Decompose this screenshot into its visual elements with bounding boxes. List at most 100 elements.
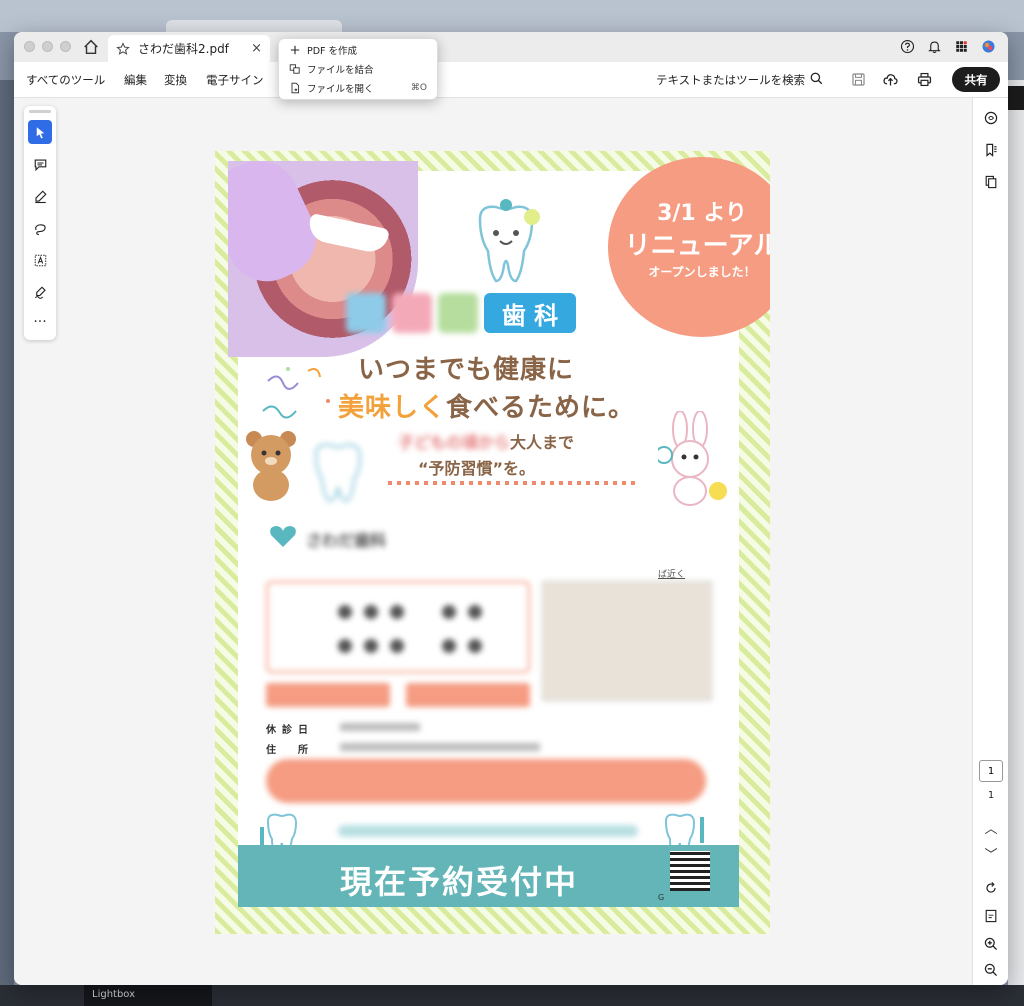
holiday-label: 休診日 (266, 725, 314, 736)
create-pdf-label: PDF を作成 (307, 46, 358, 57)
address-label: 住所 (266, 745, 330, 756)
schedule-note-strip-2 (406, 683, 530, 707)
toolbar-grip[interactable] (29, 110, 51, 113)
office-hours-table (266, 581, 530, 673)
file-dropdown-menu: PDF を作成 ファイルを結合 ファイルを開く ⌘O (278, 38, 438, 100)
more-tools-icon[interactable]: ··· (28, 310, 52, 334)
create-pdf-menu-item[interactable]: PDF を作成 (279, 41, 439, 59)
background-lightbox-label: Lightbox (84, 985, 212, 1006)
badge-date-text: 3/1 より (657, 201, 747, 226)
signature-pen-icon (34, 285, 46, 299)
menu-bar: すべてのツール 編集 変換 電子サイン テキストまたはツールを検索 共有 (14, 62, 1008, 98)
acrobat-window: さわだ歯科2.pdf × すべてのツール 編集 変換 電子サイン テキストまたは… (14, 32, 1008, 985)
open-file-shortcut: ⌘O (410, 83, 427, 93)
clinic-name-block-3 (438, 293, 478, 333)
text-box-icon (34, 254, 46, 266)
save-icon[interactable] (850, 71, 867, 88)
comment-tool-button[interactable] (28, 152, 52, 176)
print-icon[interactable] (916, 71, 933, 88)
menu-all-tools[interactable]: すべてのツール (26, 72, 105, 88)
close-window-button[interactable] (24, 41, 35, 52)
next-page-chevron-down-icon[interactable]: ﹀ (973, 844, 1008, 863)
map-link-text: ば近く (658, 570, 686, 580)
tool-search-label[interactable]: テキストまたはツールを検索 (656, 72, 805, 88)
bear-mascot-icon (246, 431, 296, 501)
previous-page-chevron-up-icon[interactable]: ︿ (973, 818, 1008, 837)
search-icon[interactable] (809, 71, 824, 86)
document-tab-title: さわだ歯科2.pdf (138, 42, 229, 56)
subheadline-blurred: 子どもの頃から (398, 433, 511, 452)
dotted-divider (388, 481, 638, 485)
badge-renewal-text: リニューアル (624, 231, 770, 261)
tooth-mascot-icon (478, 199, 540, 283)
schedule-row-morning (338, 605, 482, 619)
menu-e-sign[interactable]: 電子サイン (206, 72, 264, 88)
sign-tool-button[interactable] (28, 280, 52, 304)
cursor-arrow-icon (36, 126, 44, 138)
qr-label: G (658, 893, 665, 902)
right-side-panel: 1 1 ︿ ﹀ (972, 98, 1008, 985)
menu-convert[interactable]: 変換 (164, 72, 187, 88)
rotate-icon[interactable] (983, 880, 999, 896)
headline-rest: 食べるために。 (446, 393, 636, 423)
pdf-page: 3/1 より リニューアル オープンしました！ 歯 科 いつまでも健康に 美味し… (215, 151, 770, 934)
upload-cloud-icon[interactable] (882, 71, 899, 88)
minimize-window-button[interactable] (42, 41, 53, 52)
clinic-name-block-2 (392, 293, 432, 333)
open-file-icon (291, 82, 300, 94)
bell-icon[interactable] (927, 39, 942, 54)
subheadline-line-2: “予防習慣”を。 (418, 459, 536, 478)
combine-files-icon (289, 64, 300, 74)
user-avatar-icon[interactable] (981, 39, 996, 54)
share-button[interactable]: 共有 (952, 67, 1000, 92)
qr-code (670, 851, 710, 891)
ai-assistant-icon[interactable] (983, 110, 999, 126)
zoom-in-icon[interactable] (983, 936, 999, 952)
schedule-row-afternoon (338, 639, 482, 653)
background-window-left (0, 80, 14, 1006)
star-icon[interactable] (116, 41, 130, 56)
total-pages: 1 (987, 790, 995, 801)
current-page-input[interactable]: 1 (979, 760, 1003, 782)
open-file-menu-item[interactable]: ファイルを開く ⌘O (279, 79, 439, 97)
select-tool-button[interactable] (28, 120, 52, 144)
confetti-decoration (262, 367, 330, 419)
draw-tool-button[interactable] (28, 216, 52, 240)
subheadline-line-1: 子どもの頃から大人まで (398, 429, 574, 453)
clinic-name-block-1 (346, 293, 386, 333)
access-map (542, 581, 712, 701)
info-clinic-name: さわだ歯科 (306, 531, 387, 550)
background-window-strip (1008, 86, 1024, 110)
comment-icon (34, 158, 46, 171)
close-tab-icon[interactable]: × (251, 41, 262, 56)
document-canvas[interactable]: 3/1 より リニューアル オープンしました！ 歯 科 いつまでも健康に 美味し… (14, 98, 972, 985)
home-icon[interactable] (82, 38, 100, 56)
titlebar-right-icons (900, 39, 996, 54)
badge-open-text: オープンしました！ (648, 265, 756, 279)
zoom-window-button[interactable] (60, 41, 71, 52)
combine-files-label: ファイルを結合 (307, 65, 374, 76)
tooth-mascot-small-icon (314, 443, 362, 503)
left-tool-palette: ··· (24, 106, 56, 340)
holiday-value (340, 723, 420, 731)
bookmark-icon[interactable] (983, 142, 999, 158)
desktop-background-top (0, 0, 1024, 32)
combine-files-menu-item[interactable]: ファイルを結合 (279, 60, 439, 78)
document-tab[interactable]: さわだ歯科2.pdf × (108, 35, 270, 62)
text-tool-button[interactable] (28, 248, 52, 272)
help-icon[interactable] (900, 39, 915, 54)
apps-grid-icon[interactable] (954, 39, 969, 54)
highlight-tool-button[interactable] (28, 184, 52, 208)
bunny-mascot-icon (658, 411, 727, 506)
open-file-label: ファイルを開く (307, 84, 374, 95)
address-value (340, 743, 540, 751)
menu-edit[interactable]: 編集 (124, 72, 147, 88)
telephone-pill (266, 759, 706, 803)
pages-icon[interactable] (983, 174, 999, 190)
subheadline-rest: 大人まで (510, 433, 575, 452)
clinic-name-blocks: 歯 科 (346, 293, 576, 335)
zoom-out-icon[interactable] (983, 962, 999, 978)
fit-page-icon[interactable] (983, 908, 999, 924)
flyer-content-area: 3/1 より リニューアル オープンしました！ 歯 科 いつまでも健康に 美味し… (228, 157, 770, 907)
headline-line-2: 美味しく食べるために。 (338, 387, 635, 424)
